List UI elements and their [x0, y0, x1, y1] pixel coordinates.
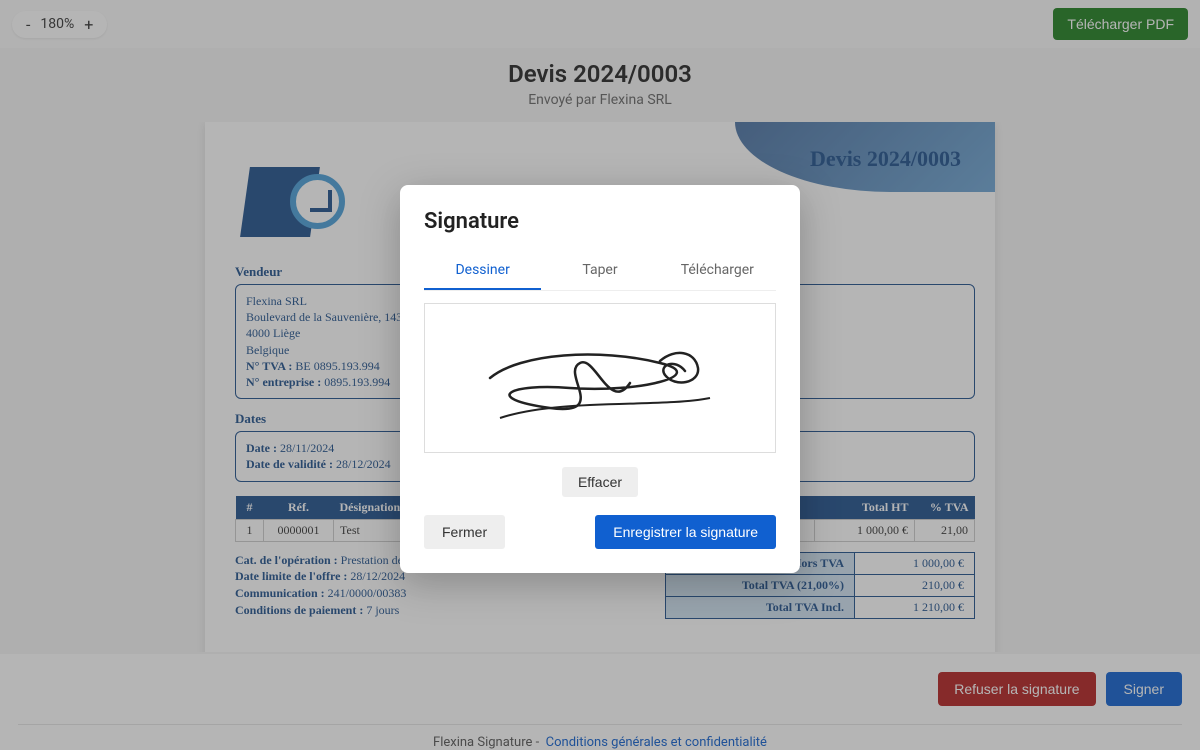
signature-pad[interactable] — [424, 303, 776, 453]
save-signature-button[interactable]: Enregistrer la signature — [595, 515, 776, 549]
tab-type[interactable]: Taper — [541, 252, 658, 290]
signature-modal: Signature Dessiner Taper Télécharger Eff… — [400, 185, 800, 573]
close-modal-button[interactable]: Fermer — [424, 515, 505, 549]
tab-draw[interactable]: Dessiner — [424, 252, 541, 290]
drawn-signature-icon — [460, 323, 740, 433]
modal-title: Signature — [424, 209, 776, 234]
tab-upload[interactable]: Télécharger — [659, 252, 776, 290]
modal-tabs: Dessiner Taper Télécharger — [424, 252, 776, 291]
clear-signature-button[interactable]: Effacer — [562, 467, 638, 497]
